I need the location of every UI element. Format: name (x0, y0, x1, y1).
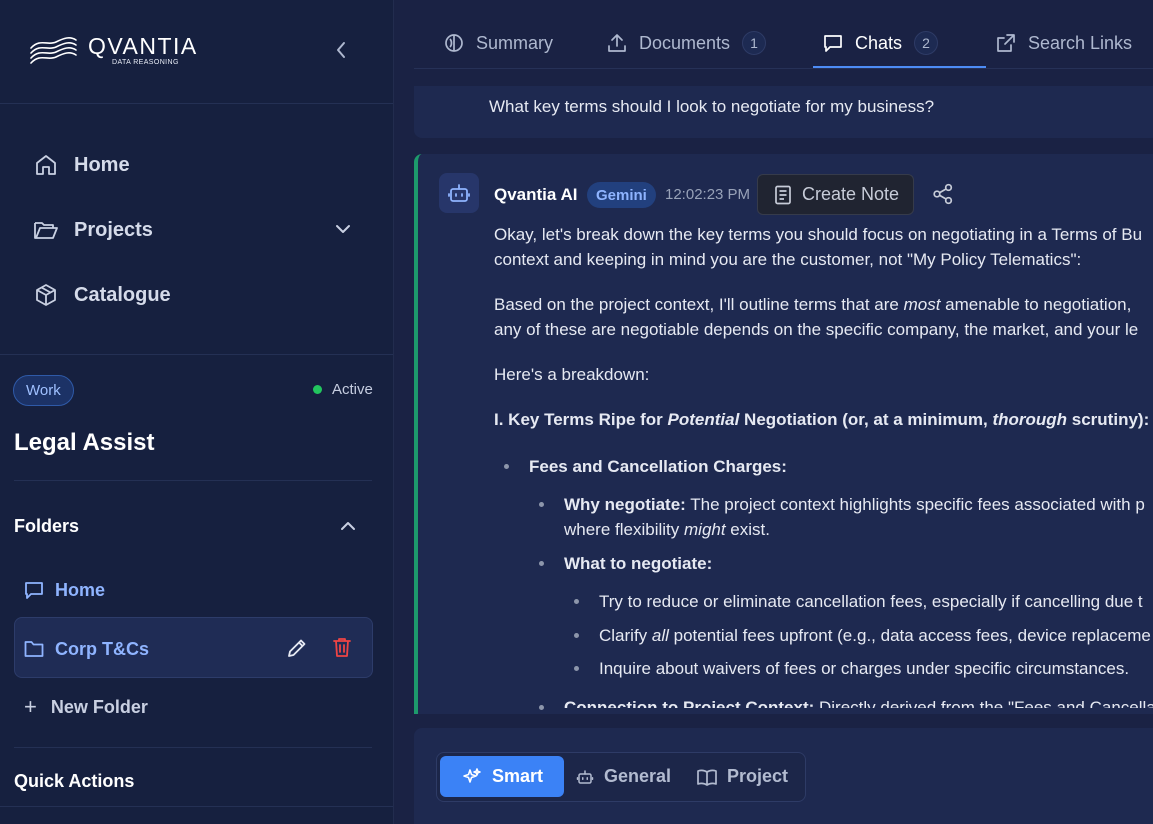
folder-open-icon (33, 217, 59, 243)
list-item: What to negotiate: (564, 554, 713, 573)
nav-catalogue[interactable]: Catalogue (33, 280, 171, 310)
brand-logo[interactable]: QVANTIA DATA REASONING (28, 34, 198, 70)
chevron-left-icon (337, 42, 345, 58)
bullet-icon (574, 599, 579, 604)
chevron-up-icon[interactable] (338, 516, 358, 536)
divider (0, 806, 393, 807)
bullet-icon (539, 502, 544, 507)
active-tab-indicator (813, 66, 986, 68)
paragraph: context and keeping in mind you are the … (494, 250, 1082, 269)
model-badge: Gemini (587, 182, 656, 208)
brand-tagline: DATA REASONING (112, 59, 179, 66)
create-note-button[interactable]: Create Note (757, 174, 914, 215)
list-item: Clarify all potential fees upfront (e.g.… (599, 626, 1151, 645)
bullet-icon (574, 633, 579, 638)
list-item-continued: where flexibility might exist. (564, 520, 770, 539)
tab-label: Chats (855, 32, 903, 53)
new-folder-label: New Folder (50, 696, 148, 717)
collapse-sidebar-button[interactable] (330, 38, 352, 62)
plus-icon: + (24, 694, 37, 719)
folder-item-corp-tcs-content[interactable]: Corp T&Cs (24, 637, 149, 661)
robot-icon (576, 768, 594, 786)
tab-label: Documents (639, 32, 731, 53)
chat-bubble-icon (24, 579, 46, 601)
paragraph: Okay, let's break down the key terms you… (494, 225, 1143, 244)
status-dot-icon (313, 385, 322, 394)
new-folder-button[interactable]: + New Folder (24, 694, 148, 719)
robot-icon (448, 184, 470, 202)
sparkles-icon (462, 767, 482, 787)
cube-icon (33, 282, 59, 308)
folder-icon (24, 638, 46, 660)
divider (14, 747, 372, 748)
paragraph: Based on the project context, I'll outli… (494, 295, 1132, 314)
brand-name: QVANTIA (88, 33, 198, 59)
tab-label: Search Links (1028, 32, 1133, 53)
nav-projects[interactable]: Projects (33, 215, 153, 245)
quick-actions-heading: Quick Actions (14, 771, 135, 791)
ai-author-name: Qvantia AI (494, 185, 578, 204)
divider (0, 354, 393, 355)
mode-label: Smart (492, 766, 544, 786)
tab-count-badge: 1 (742, 31, 767, 55)
tab-search-links[interactable]: Search Links (996, 28, 1132, 58)
brain-icon (444, 32, 466, 54)
mode-label: Project (727, 766, 789, 786)
folder-item-home[interactable]: Home (24, 578, 105, 602)
list-item: Why negotiate: The project context highl… (564, 495, 1145, 514)
user-message-text: What key terms should I look to negotiat… (489, 97, 935, 116)
sidebar: QVANTIA DATA REASONING Home Projects Cat… (0, 0, 394, 824)
share-icon[interactable] (932, 183, 954, 205)
mode-label: General (604, 766, 672, 786)
pencil-icon[interactable] (286, 637, 308, 659)
tab-bar: Summary Documents 1 Chats 2 Search Links (414, 0, 1153, 69)
tab-summary[interactable]: Summary (444, 28, 553, 58)
external-link-icon (996, 32, 1018, 54)
book-open-icon (697, 768, 717, 786)
list-item: Connection to Project Context: Directly … (564, 698, 1153, 708)
chevron-down-icon[interactable] (333, 219, 353, 239)
bullet-icon (539, 705, 544, 710)
tab-documents[interactable]: Documents 1 (607, 28, 767, 58)
tab-chats[interactable]: Chats 2 (823, 28, 939, 58)
status-label: Active (332, 381, 373, 398)
divider (14, 480, 372, 481)
nav-home-label: Home (74, 153, 130, 176)
section-heading: I. Key Terms Ripe for Potential Negotiat… (494, 410, 1150, 429)
project-tag-badge: Work (13, 375, 74, 406)
trash-icon[interactable] (331, 636, 353, 658)
list-item: Inquire about waivers of fees or charges… (599, 659, 1130, 678)
mode-smart-button[interactable]: Smart (440, 756, 565, 797)
upload-icon (607, 32, 629, 54)
bullet-icon (539, 561, 544, 566)
tab-count-badge: 2 (914, 31, 939, 55)
paragraph: any of these are negotiable depends on t… (494, 320, 1139, 339)
tab-label: Summary (476, 32, 554, 53)
list-item: Try to reduce or eliminate cancellation … (599, 592, 1143, 611)
project-status: Active (313, 381, 373, 398)
nav-projects-label: Projects (74, 218, 153, 241)
bullet-icon (574, 666, 579, 671)
divider (0, 103, 393, 104)
folders-heading: Folders (14, 516, 80, 536)
wave-logo-icon (30, 37, 77, 64)
bot-avatar (439, 173, 479, 213)
message-timestamp: 12:02:23 PM (665, 186, 751, 203)
main-panel: Summary Documents 1 Chats 2 Search Links… (394, 0, 1153, 824)
chat-bubble-icon (823, 32, 845, 54)
mode-project-button[interactable]: Project (697, 756, 788, 797)
list-item: Fees and Cancellation Charges: (529, 457, 787, 476)
nav-catalogue-label: Catalogue (74, 283, 171, 306)
document-icon (774, 185, 792, 205)
folder-label: Home (55, 579, 106, 600)
paragraph: Here's a breakdown: (494, 365, 650, 384)
bullet-icon (504, 464, 509, 469)
home-icon (33, 152, 59, 178)
nav-home[interactable]: Home (33, 150, 130, 180)
folder-label: Corp T&Cs (55, 638, 149, 659)
project-title: Legal Assist (14, 429, 155, 456)
mode-general-button[interactable]: General (576, 756, 671, 797)
create-note-label: Create Note (802, 184, 900, 204)
